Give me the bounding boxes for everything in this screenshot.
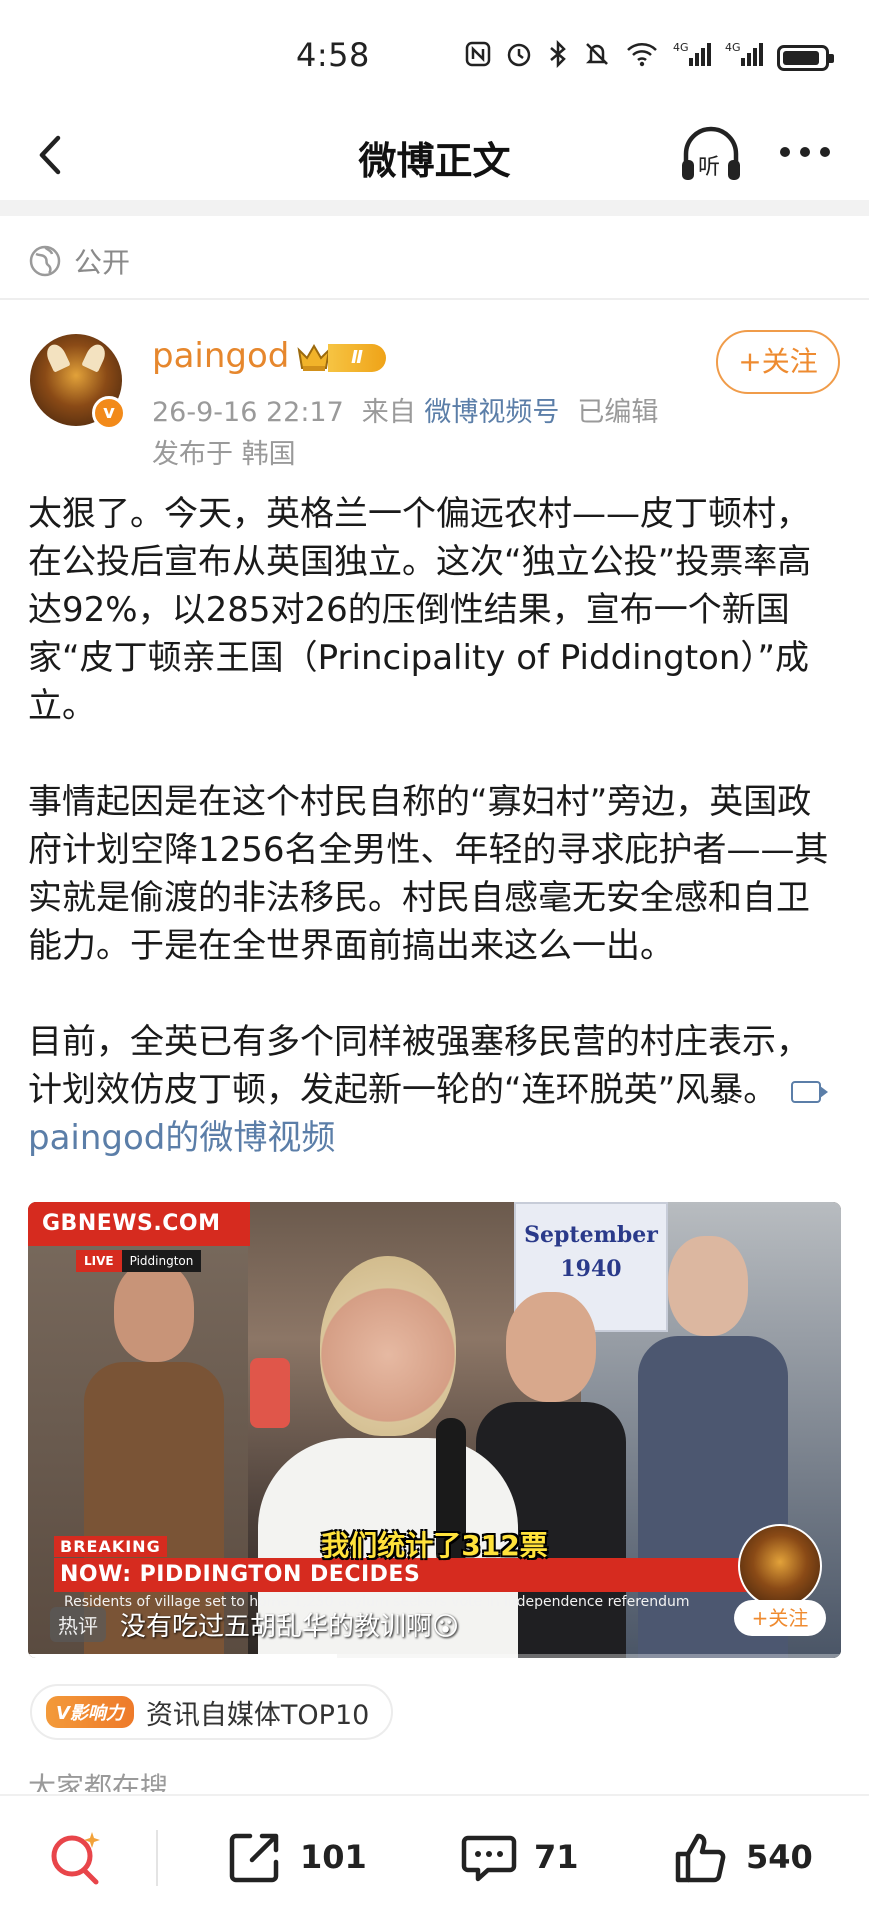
video-follow-button[interactable]: +关注	[734, 1600, 826, 1636]
globe-icon	[29, 245, 61, 277]
source-link[interactable]: 微博视频号	[424, 397, 559, 428]
status-icons: 4G 4G	[465, 39, 834, 75]
status-time: 4:58	[296, 36, 370, 74]
video-link-icon	[791, 1081, 829, 1103]
repost-icon	[229, 1833, 279, 1883]
hot-comment-text: 没有吃过五胡乱华的教训啊😮	[120, 1612, 460, 1642]
video-link[interactable]: paingod的微博视频	[28, 1118, 335, 1158]
video-avatar[interactable]	[738, 1524, 822, 1608]
4g-signal-icon: 4G	[725, 40, 763, 75]
comment-button[interactable]: 71	[458, 1822, 579, 1892]
video-player[interactable]: September 1940 GBNEWS.COM LIVE Piddingto…	[28, 1202, 841, 1658]
post-meta: 26-9-16 22:17 来自 微博视频号 已编辑	[152, 390, 658, 429]
post-text: 太狠了。今天，英格兰一个偏远农村——皮丁顿村，在公投后宣布从英国独立。这次“独立…	[28, 490, 838, 1162]
avatar-horn	[81, 341, 109, 373]
level-badge: Ⅱ	[328, 344, 386, 372]
bottom-toolbar: 101 71 540	[0, 1794, 869, 1920]
like-button[interactable]: 540	[670, 1822, 813, 1892]
more-icon[interactable]	[776, 132, 834, 172]
divider	[0, 298, 869, 300]
video-progress-fill	[28, 1654, 337, 1658]
status-bar: 4:58 4G 4G	[0, 0, 869, 110]
like-count: 540	[746, 1838, 813, 1876]
edited-label: 已编辑	[577, 397, 659, 428]
source-prefix: 来自	[361, 397, 416, 428]
location-tag: Piddington	[121, 1250, 202, 1272]
toolbar-divider	[156, 1830, 158, 1886]
post-paragraph: 目前，全英已有多个同样被强塞移民营的村庄表示，计划效仿皮丁顿，发起新一轮的“连环…	[28, 1018, 838, 1162]
svg-text:听: 听	[698, 155, 720, 180]
mute-icon	[583, 40, 611, 75]
influence-tag: V影响力	[46, 1696, 134, 1728]
post-paragraph: 事情起因是在这个村民自称的“寡妇村”旁边，英国政府计划空降1256名全男性、年轻…	[28, 782, 829, 966]
repost-button[interactable]: 101	[224, 1822, 367, 1892]
4g-signal-icon: 4G	[673, 40, 711, 75]
live-bar: LIVE Piddington	[76, 1250, 202, 1272]
video-subtitle: 我们统计了312票	[321, 1529, 548, 1562]
author-name[interactable]: paingod	[152, 336, 289, 376]
bluetooth-icon	[547, 39, 569, 75]
thumbs-up-icon	[675, 1833, 726, 1883]
influence-text: 资讯自媒体TOP10	[145, 1699, 370, 1731]
post-paragraph-text: 目前，全英已有多个同样被强塞移民营的村庄表示，计划效仿皮丁顿，发起新一轮的“连环…	[28, 1022, 810, 1110]
verified-badge: v	[92, 396, 126, 430]
post-timestamp: 26-9-16 22:17	[152, 397, 344, 428]
svg-text:4G: 4G	[673, 41, 689, 54]
post-location: 发布于 韩国	[152, 439, 296, 470]
svg-text:4G: 4G	[725, 41, 741, 54]
listen-icon[interactable]: 听	[678, 124, 744, 184]
influence-badge[interactable]: V影响力 资讯自媒体TOP10	[30, 1684, 394, 1740]
everyone-search-heading: 大家都在搜	[28, 1771, 169, 1792]
visibility-row: 公开	[28, 236, 130, 286]
battery-icon	[777, 44, 834, 71]
wifi-icon	[625, 40, 659, 75]
comment-icon	[461, 1835, 517, 1882]
repost-count: 101	[300, 1838, 367, 1876]
video-sign-line: September	[524, 1222, 658, 1248]
nfc-icon	[465, 41, 491, 74]
visibility-label: 公开	[74, 246, 131, 279]
avatar-horn	[43, 341, 71, 373]
follow-button[interactable]: +关注	[716, 330, 840, 394]
section-divider	[0, 200, 869, 216]
nav-bar: 微博正文 听	[0, 110, 869, 200]
post-paragraph: 太狠了。今天，英格兰一个偏远农村——皮丁顿村，在公投后宣布从英国独立。这次“独立…	[28, 494, 812, 726]
search-icon[interactable]	[44, 1826, 108, 1890]
hot-comment-tag: 热评	[50, 1607, 106, 1642]
crown-icon	[297, 344, 331, 371]
video-progress-bar[interactable]	[28, 1654, 841, 1658]
comment-count: 71	[534, 1838, 579, 1876]
alarm-icon	[505, 40, 533, 75]
live-tag: LIVE	[76, 1250, 122, 1272]
hot-comment[interactable]: 热评 没有吃过五胡乱华的教训啊😮	[50, 1606, 459, 1643]
channel-logo: GBNEWS.COM	[28, 1202, 250, 1246]
